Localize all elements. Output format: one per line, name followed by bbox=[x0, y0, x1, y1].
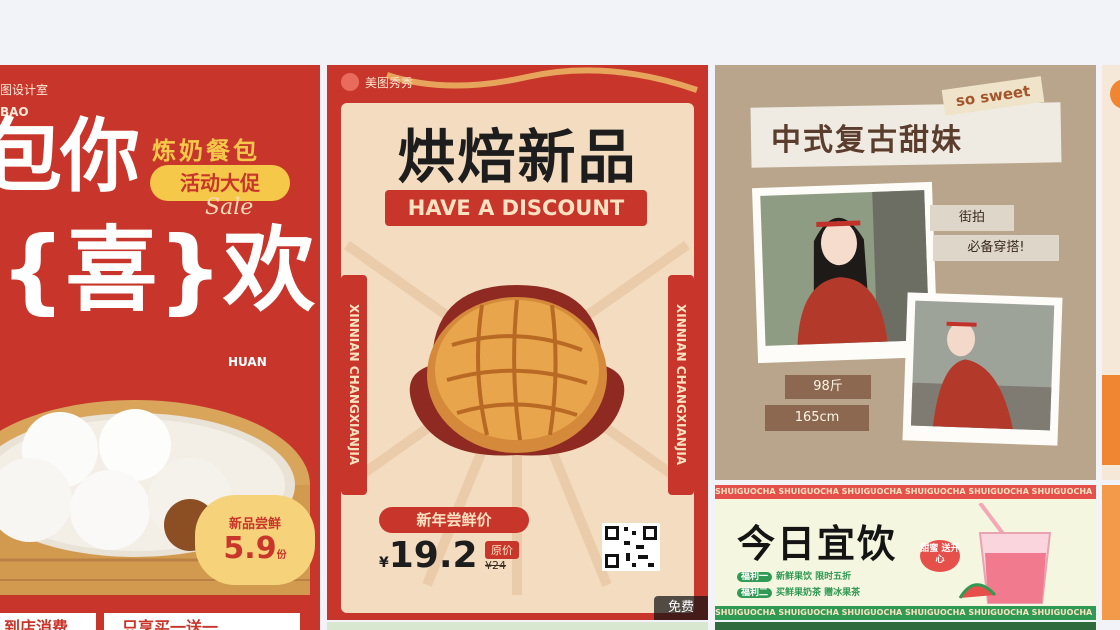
template-card-bakery[interactable]: 美图秀秀 烘焙新品 HAVE A DISCOUNT XINNIAN CHANGX… bbox=[327, 65, 708, 620]
bakery-title: 烘焙新品 bbox=[397, 123, 638, 191]
benefit-1-label: 福利一 bbox=[737, 572, 773, 582]
retro-title: 中式复古甜妹 bbox=[771, 123, 963, 158]
product-subtitle: 炼奶餐包 bbox=[152, 137, 260, 165]
bottom-banner: 到店消费 只享买一送一 bbox=[0, 613, 320, 630]
watermelon-drink-image bbox=[958, 503, 1052, 604]
note-outfit: 必备穿搭! bbox=[933, 235, 1059, 261]
price-badge: 新品尝鲜 5.9份 bbox=[195, 495, 315, 585]
benefit-2-text: 买鲜果奶茶 赠冰果茶 bbox=[776, 588, 861, 598]
badge-price-unit: 份 bbox=[276, 550, 287, 561]
original-price-value: ¥24 bbox=[485, 559, 506, 572]
template-card-drink[interactable]: SHUIGUOCHA SHUIGUOCHA SHUIGUOCHA SHUIGUO… bbox=[715, 485, 1096, 620]
orange-circle-decoration bbox=[1110, 79, 1120, 109]
bottom-right-text: 只享买一送一 bbox=[104, 613, 300, 630]
template-card-partial-bottom-1[interactable] bbox=[327, 622, 708, 630]
badge-price-value: 5.9 bbox=[223, 531, 277, 566]
brand-label: 图设计室 bbox=[0, 83, 49, 97]
top-strip: SHUIGUOCHA SHUIGUOCHA SHUIGUOCHA SHUIGUO… bbox=[715, 485, 1096, 499]
original-price-label: 原价 bbox=[485, 541, 519, 559]
brand-logo: 美图秀秀 bbox=[341, 73, 413, 91]
price-display: ¥19.2 bbox=[379, 535, 478, 576]
price-value: 19.2 bbox=[388, 535, 478, 576]
price-label-pill: 新年尝鲜价 bbox=[379, 507, 529, 533]
headline-line-1: 包你 bbox=[0, 110, 140, 203]
orange-bar-decoration bbox=[1102, 375, 1120, 465]
bottom-strip: SHUIGUOCHA SHUIGUOCHA SHUIGUOCHA SHUIGUO… bbox=[715, 606, 1096, 620]
stat-height: 165cm bbox=[765, 405, 869, 431]
template-card-partial-right-bottom[interactable] bbox=[1102, 485, 1120, 620]
badge-price: 5.9份 bbox=[195, 532, 315, 565]
script-sale-text: Sale bbox=[205, 195, 254, 220]
benefit-row-1: 福利一 新鲜果饮 限时五折 bbox=[737, 569, 851, 582]
benefit-1-text: 新鲜果饮 限时五折 bbox=[776, 572, 852, 582]
benefit-row-2: 福利二 买鲜果奶茶 赠冰果茶 bbox=[737, 585, 860, 598]
benefit-2-label: 福利二 bbox=[737, 588, 773, 598]
template-card-buns[interactable]: 图设计室 BAO 包你 {喜}欢 炼奶餐包 活动大促 Sale HUAN 新品尝… bbox=[0, 65, 320, 630]
brand-name: 美图秀秀 bbox=[365, 75, 414, 90]
bottom-left-text: 到店消费 bbox=[0, 613, 96, 630]
stat-weight: 98斤 bbox=[785, 375, 871, 399]
vertical-text-left: XINNIAN CHANGXIANJIA bbox=[341, 275, 367, 495]
drink-title: 今日宜饮 bbox=[737, 522, 898, 566]
template-card-partial-right[interactable] bbox=[1102, 65, 1120, 480]
currency-symbol: ¥ bbox=[379, 555, 389, 571]
girl-photo-2 bbox=[910, 300, 1055, 431]
template-card-retro[interactable]: 中式复古甜妹 so sweet 街拍 必备穿搭! 98斤 165cm bbox=[715, 65, 1096, 480]
headline-line-2: {喜}欢 bbox=[0, 217, 315, 324]
vertical-text-right: XINNIAN CHANGXIANJIA bbox=[668, 275, 694, 495]
qr-code-icon bbox=[602, 523, 660, 571]
badge-title: 新品尝鲜 bbox=[228, 517, 281, 532]
template-card-partial-bottom-2[interactable] bbox=[715, 622, 1096, 630]
logo-icon bbox=[341, 73, 359, 91]
free-badge: 免费 bbox=[654, 596, 708, 620]
bread-image bbox=[409, 285, 625, 456]
note-street: 街拍 bbox=[930, 205, 1014, 231]
discount-ribbon: HAVE A DISCOUNT bbox=[385, 190, 647, 226]
photo-frame-2 bbox=[902, 292, 1063, 446]
